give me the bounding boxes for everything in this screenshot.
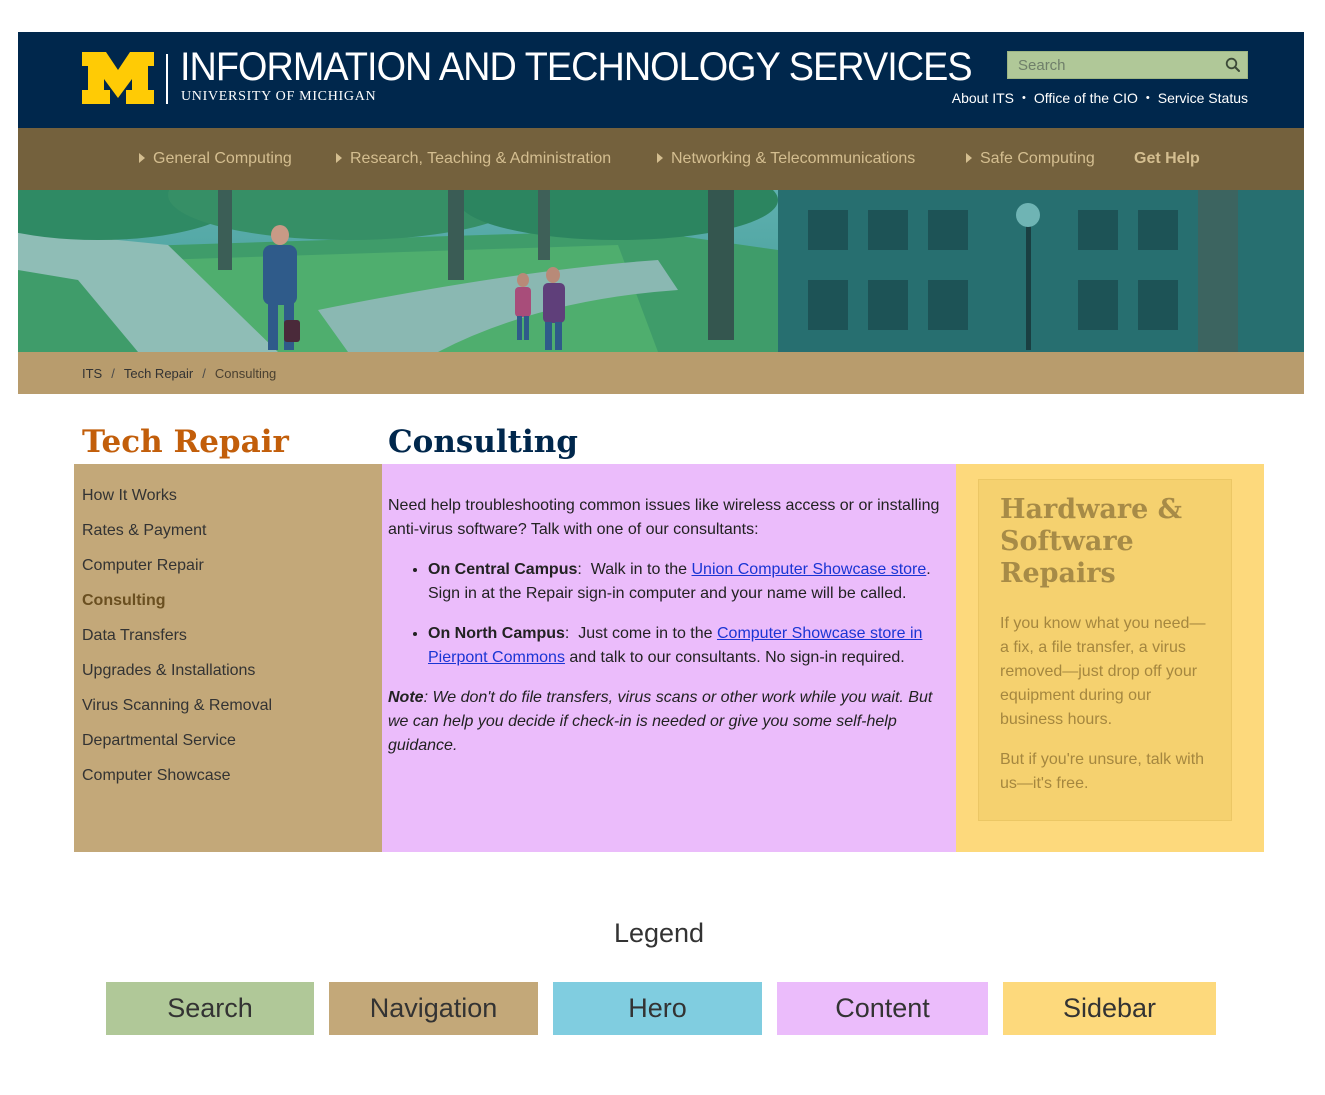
north-text-2: and talk to our consultants. No sign-in … xyxy=(569,649,905,666)
breadcrumb-separator: / xyxy=(111,365,115,381)
caret-right-icon xyxy=(966,153,972,163)
intro-paragraph: Need help troubleshooting common issues … xyxy=(388,497,940,538)
section-title[interactable]: Tech Repair xyxy=(82,424,289,460)
caret-right-icon xyxy=(336,153,342,163)
list-item-north-campus: On North Campus: Just come in to the Com… xyxy=(428,622,950,670)
nav-item-label: Networking & Telecommunications xyxy=(671,150,916,167)
nav-item-research-teaching[interactable]: Research, Teaching & Administration xyxy=(336,128,611,190)
site-subtitle: UNIVERSITY OF MICHIGAN xyxy=(181,89,377,104)
side-nav-link[interactable]: Upgrades & Installations xyxy=(82,662,255,679)
nav-item-get-help[interactable]: Get Help xyxy=(1134,128,1200,190)
list-item-central-campus: On Central Campus: Walk in to the Union … xyxy=(428,558,950,606)
nav-item-networking[interactable]: Networking & Telecommunications xyxy=(657,128,915,190)
utility-links: About ITS • Office of the CIO • Service … xyxy=(952,89,1248,107)
side-nav-item-computer-showcase[interactable]: Computer Showcase xyxy=(74,764,382,799)
sidebar-title: Hardware & Software Repairs xyxy=(1000,494,1183,589)
side-nav-link-active[interactable]: Consulting xyxy=(82,592,166,609)
sidebar: Hardware & Software Repairs If you know … xyxy=(956,464,1264,852)
nav-item-safe-computing[interactable]: Safe Computing xyxy=(966,128,1095,190)
service-status-link[interactable]: Service Status xyxy=(1158,90,1248,106)
breadcrumb: ITS / Tech Repair / Consulting xyxy=(18,352,1304,394)
separator-dot: • xyxy=(1145,92,1150,104)
block-m-logo-icon[interactable] xyxy=(82,52,154,104)
campus-hero-image xyxy=(18,190,1304,352)
caret-right-icon xyxy=(139,153,145,163)
logo-divider xyxy=(166,54,168,104)
main-nav: General Computing Research, Teaching & A… xyxy=(18,128,1304,190)
nav-item-label: Research, Teaching & Administration xyxy=(350,150,612,167)
note-label: Note xyxy=(388,689,424,706)
nav-item-label: Safe Computing xyxy=(980,150,1095,167)
note-paragraph: Note: We don't do file transfers, virus … xyxy=(388,686,950,758)
site-header: INFORMATION AND TECHNOLOGY SERVICES UNIV… xyxy=(18,32,1304,128)
search-input[interactable] xyxy=(1008,52,1220,78)
side-nav-link[interactable]: How It Works xyxy=(82,487,177,504)
nav-item-label: General Computing xyxy=(153,150,292,167)
side-nav-link[interactable]: Rates & Payment xyxy=(82,522,207,539)
breadcrumb-its[interactable]: ITS xyxy=(82,366,102,381)
side-nav-link[interactable]: Virus Scanning & Removal xyxy=(82,697,272,714)
search-box xyxy=(1007,51,1248,79)
legend-chip-content: Content xyxy=(777,982,988,1035)
legend-title: Legend xyxy=(613,918,705,948)
north-campus-label: On North Campus xyxy=(428,625,565,642)
side-nav-item-computer-repair[interactable]: Computer Repair xyxy=(74,554,382,589)
legend-chip-hero: Hero xyxy=(553,982,762,1035)
central-campus-label: On Central Campus xyxy=(428,561,578,578)
separator-dot: • xyxy=(1022,92,1026,104)
side-nav-item-consulting[interactable]: Consulting xyxy=(74,589,382,624)
legend-chip-navigation: Navigation xyxy=(329,982,538,1035)
side-nav-item-how-it-works[interactable]: How It Works xyxy=(74,484,382,519)
sidebar-paragraph-1: If you know what you need—a fix, a file … xyxy=(1000,615,1206,728)
main-content: Need help troubleshooting common issues … xyxy=(382,464,956,852)
page-title: Consulting xyxy=(388,424,578,460)
side-nav-item-data-transfers[interactable]: Data Transfers xyxy=(74,624,382,659)
side-nav-link[interactable]: Departmental Service xyxy=(82,732,236,749)
caret-right-icon xyxy=(657,153,663,163)
north-text-1: Just come in to the xyxy=(578,625,713,642)
hero-banner xyxy=(18,190,1304,352)
side-nav-item-departmental[interactable]: Departmental Service xyxy=(74,729,382,764)
side-nav-link[interactable]: Computer Showcase xyxy=(82,767,231,784)
side-nav-link[interactable]: Data Transfers xyxy=(82,627,187,644)
search-icon[interactable] xyxy=(1223,55,1243,75)
site-title[interactable]: INFORMATION AND TECHNOLOGY SERVICES xyxy=(180,47,973,87)
side-nav-link[interactable]: Computer Repair xyxy=(82,557,204,574)
union-showcase-link[interactable]: Union Computer Showcase store xyxy=(692,561,927,578)
side-nav-item-virus-scanning[interactable]: Virus Scanning & Removal xyxy=(74,694,382,729)
legend-chip-sidebar: Sidebar xyxy=(1003,982,1216,1035)
sidebar-card: Hardware & Software Repairs If you know … xyxy=(978,479,1232,821)
campus-list: On Central Campus: Walk in to the Union … xyxy=(388,558,950,670)
breadcrumb-current: Consulting xyxy=(214,365,277,381)
about-its-link[interactable]: About ITS xyxy=(952,90,1014,106)
central-text-1: Walk in to the xyxy=(590,561,688,578)
side-nav: How It Works Rates & Payment Computer Re… xyxy=(74,464,382,852)
breadcrumb-tech-repair[interactable]: Tech Repair xyxy=(124,366,193,381)
nav-item-label: Get Help xyxy=(1134,150,1200,167)
office-of-cio-link[interactable]: Office of the CIO xyxy=(1034,90,1138,106)
nav-item-general-computing[interactable]: General Computing xyxy=(139,128,292,190)
legend-chip-search: Search xyxy=(106,982,314,1035)
sidebar-paragraph-2: But if you're unsure, talk with us—it's … xyxy=(1000,751,1205,792)
side-nav-item-upgrades[interactable]: Upgrades & Installations xyxy=(74,659,382,694)
breadcrumb-separator: / xyxy=(202,365,206,381)
note-text: : We don't do file transfers, virus scan… xyxy=(388,689,933,754)
side-nav-item-rates-payment[interactable]: Rates & Payment xyxy=(74,519,382,554)
